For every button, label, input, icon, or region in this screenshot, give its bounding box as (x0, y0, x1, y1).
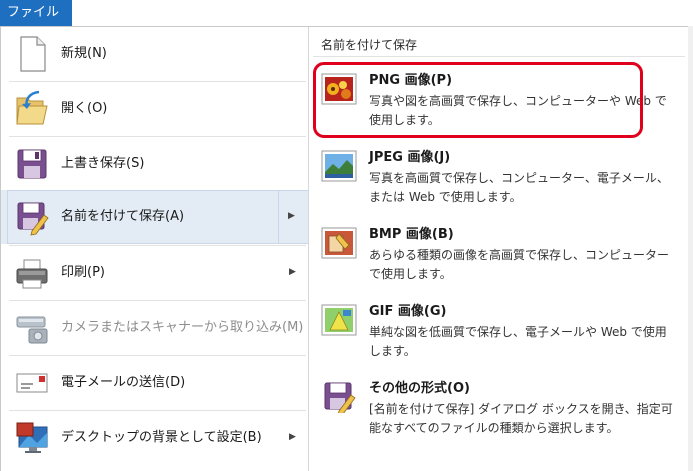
save-as-other-formats-option[interactable]: その他の形式(O) [名前を付けて保存] ダイアログ ボックスを開き、指定可能な… (309, 373, 688, 447)
option-title: BMP 画像(B) (369, 227, 454, 242)
menu-item-save[interactable]: 上書き保存(S) (1, 137, 308, 191)
menu-item-label: 上書き保存(S) (61, 156, 145, 171)
desktop-background-icon (15, 419, 49, 457)
menu-item-set-desktop-background[interactable]: デスクトップの背景として設定(B) ▶ (1, 411, 308, 465)
ribbon-bar: ファイル (0, 0, 693, 27)
file-menu: 新規(N) 開く(O) 上書き保存(S) 名前を付けて保存(A) ▶ 印刷(P)… (0, 26, 688, 471)
save-as-bmp-option[interactable]: BMP 画像(B) あらゆる種類の画像を高画質で保存し、コンピューターで使用しま… (309, 219, 688, 293)
submenu-arrow-icon[interactable]: ▶ (288, 211, 295, 221)
submenu-arrow-icon[interactable]: ▶ (289, 432, 296, 442)
menu-item-label: デスクトップの背景として設定(B) (61, 430, 262, 445)
menu-item-send-email[interactable]: 電子メールの送信(D) (1, 356, 308, 410)
option-title: その他の形式(O) (369, 381, 470, 396)
option-description: [名前を付けて保存] ダイアログ ボックスを開き、指定可能なすべてのファイルの種… (369, 402, 673, 435)
email-icon (15, 364, 49, 402)
scanner-camera-icon (15, 309, 49, 347)
printer-icon (15, 254, 49, 292)
split-button-divider (278, 190, 279, 244)
jpeg-image-icon (321, 150, 357, 182)
menu-item-label: 印刷(P) (61, 265, 105, 280)
file-tab[interactable]: ファイル (0, 0, 72, 26)
menu-item-print[interactable]: 印刷(P) ▶ (1, 246, 308, 300)
menu-item-new[interactable]: 新規(N) (1, 27, 308, 81)
bmp-image-icon (321, 227, 357, 259)
save-as-submenu: 名前を付けて保存 PNG 画像(P) 写真や図を高画質で保存し、コンピューターや… (309, 27, 688, 471)
option-title: JPEG 画像(J) (369, 150, 451, 165)
gif-image-icon (321, 304, 357, 336)
menu-item-label: 開く(O) (61, 101, 108, 116)
menu-item-label: 名前を付けて保存(A) (61, 209, 185, 224)
option-title: GIF 画像(G) (369, 304, 447, 319)
open-folder-icon (15, 90, 49, 128)
menu-item-label: 新規(N) (61, 46, 107, 61)
menu-item-save-as[interactable]: 名前を付けて保存(A) ▶ (1, 190, 308, 244)
submenu-arrow-icon[interactable]: ▶ (289, 267, 296, 277)
highlight-annotation (313, 62, 643, 138)
option-description: 単純な図を低画質で保存し、電子メールや Web で使用します。 (369, 325, 667, 358)
save-as-jpeg-option[interactable]: JPEG 画像(J) 写真を高画質で保存し、コンピューター、電子メール、または … (309, 142, 688, 216)
save-as-gif-option[interactable]: GIF 画像(G) 単純な図を低画質で保存し、電子メールや Web で使用します… (309, 296, 688, 370)
file-menu-left-panel: 新規(N) 開く(O) 上書き保存(S) 名前を付けて保存(A) ▶ 印刷(P)… (1, 27, 308, 471)
separator (313, 56, 685, 57)
menu-item-open[interactable]: 開く(O) (1, 82, 308, 136)
new-document-icon (15, 35, 49, 73)
menu-item-label: カメラまたはスキャナーから取り込み(M) (61, 320, 304, 335)
submenu-heading: 名前を付けて保存 (321, 38, 418, 52)
save-disk-icon (15, 145, 49, 183)
window-edge (688, 26, 693, 471)
menu-item-import-from-scanner[interactable]: カメラまたはスキャナーから取り込み(M) (1, 301, 308, 355)
other-formats-icon (321, 381, 357, 416)
save-as-icon (15, 198, 49, 236)
option-description: 写真を高画質で保存し、コンピューター、電子メール、または Web で使用します。 (369, 171, 669, 204)
menu-item-label: 電子メールの送信(D) (61, 375, 186, 390)
option-description: あらゆる種類の画像を高画質で保存し、コンピューターで使用します。 (369, 248, 670, 281)
